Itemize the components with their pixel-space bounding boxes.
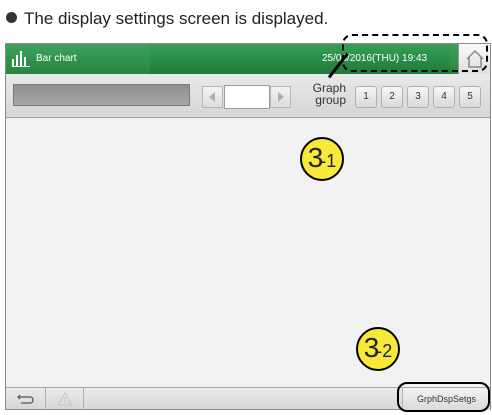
graph-group-button-2[interactable]: 2 xyxy=(381,86,403,108)
callout-suffix: -2 xyxy=(376,341,393,361)
page-field[interactable] xyxy=(224,85,270,109)
warning-button[interactable] xyxy=(46,388,84,410)
caption-text: The display settings screen is displayed… xyxy=(24,9,329,28)
graph-group-highlight xyxy=(342,34,488,72)
graph-group-button-1[interactable]: 1 xyxy=(355,86,377,108)
right-arrow-icon xyxy=(278,92,284,102)
device-screen: Bar chart 25/08/2016(THU) 19:43 Graph gr… xyxy=(5,43,491,410)
graph-group-button-4[interactable]: 4 xyxy=(433,86,455,108)
warning-icon xyxy=(56,391,74,406)
callout-suffix: -1 xyxy=(320,151,337,171)
return-arrow-icon xyxy=(17,394,34,404)
bar-chart-icon xyxy=(12,51,30,67)
next-button[interactable] xyxy=(270,86,291,108)
back-button[interactable] xyxy=(6,388,46,410)
graph-group-label: Graph group xyxy=(312,81,346,107)
graph-group-button-3[interactable]: 3 xyxy=(407,86,429,108)
app-title: Bar chart xyxy=(36,53,77,64)
callout-3-1: 3-1 xyxy=(300,137,344,181)
left-arrow-icon xyxy=(209,92,215,102)
callout-3-2: 3-2 xyxy=(356,327,400,371)
graph-name-field xyxy=(13,84,190,106)
callout-number: 3 xyxy=(363,332,379,363)
caption: The display settings screen is displayed… xyxy=(6,8,328,30)
callout-number: 3 xyxy=(307,142,323,173)
bullet-icon xyxy=(6,12,17,23)
toolbar: Graph group 1 2 3 4 5 xyxy=(6,74,490,118)
settings-button-highlight xyxy=(397,382,490,412)
previous-button[interactable] xyxy=(202,86,223,108)
graph-group-button-5[interactable]: 5 xyxy=(459,86,481,108)
